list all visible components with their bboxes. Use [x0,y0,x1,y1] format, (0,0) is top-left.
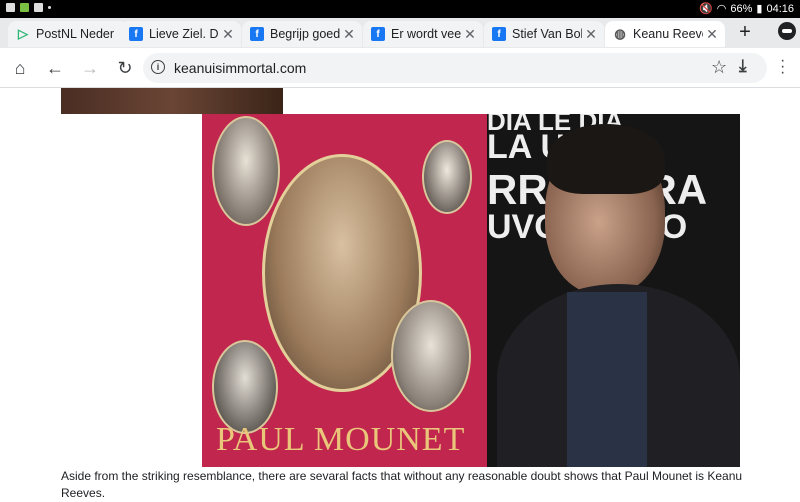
battery-percent: 66% [730,2,753,15]
keanu-reeves-photo: DIA LE DIA LA UE LA RRA ERRA UVO ETUVO [487,114,740,467]
close-tab-icon[interactable]: ✕ [461,26,479,43]
facebook-icon: f [129,27,143,41]
postnl-icon: ▷ [18,26,28,41]
tab-title: Begrijp goed w [270,27,340,41]
clock: 04:16 [766,2,794,15]
folder-icon [34,3,43,12]
close-tab-icon[interactable]: ✕ [703,26,721,43]
photo-icon [20,3,29,12]
man-hair [547,124,665,194]
facebook-icon: f [371,27,385,41]
url-text[interactable]: keanuisimmortal.com [174,60,306,76]
tab-keanu-reeves[interactable]: ◍ Keanu Reeves ✕ [605,21,725,47]
facebook-icon: f [250,27,264,41]
address-bar[interactable]: i keanuisimmortal.com ☆ ⤓ [143,53,767,83]
tab-title: Stief Van Bokh [512,27,582,41]
tab-stief-van-bokh[interactable]: f Stief Van Bokh ✕ [484,21,604,47]
close-tab-icon[interactable]: ✕ [582,26,600,43]
new-tab-button[interactable]: + [734,21,756,43]
reload-button[interactable]: ↻ [113,56,137,80]
portrait-bottom-right [391,300,471,412]
close-tab-icon[interactable]: ✕ [219,26,237,43]
tab-title: Keanu Reeves [633,27,703,41]
portrait-top-left [212,116,280,226]
globe-icon: ◍ [614,26,626,41]
tab-title: Er wordt veel [391,27,461,41]
previous-image-bottom [61,88,283,114]
menu-icon[interactable]: · · · [780,53,786,81]
tab-er-wordt-veel[interactable]: f Er wordt veel ✕ [363,21,483,47]
tab-strip: ▷ PostNL Neder f Lieve Ziel. De ✕ f Begr… [0,18,800,48]
browser-toolbar: ⌂ ← → ↻ i keanuisimmortal.com ☆ ⤓ · · · [0,48,800,88]
tab-title: PostNL Neder [36,27,115,41]
bookmark-star-icon[interactable]: ☆ [711,57,727,78]
back-button[interactable]: ← [43,56,67,80]
info-icon[interactable]: i [151,60,165,74]
close-tab-icon[interactable]: ✕ [340,26,358,43]
notification-icons [6,3,51,12]
status-bar: 🔇 ◠ 66% ▮ 04:16 [0,0,800,18]
article-paragraph: Aside from the striking resemblance, the… [61,469,743,500]
poster-title: PAUL MOUNET [216,421,466,458]
mute-icon: 🔇 [699,3,713,15]
tab-postnl[interactable]: ▷ PostNL Neder [8,21,128,47]
tab-lieve-ziel[interactable]: f Lieve Ziel. De ✕ [121,21,241,47]
download-icon[interactable]: ⤓ [739,56,747,76]
man-shirt [567,292,647,467]
wifi-icon: ◠ [716,3,727,15]
portrait-bottom-left [212,340,278,434]
facebook-icon: f [492,27,506,41]
incognito-icon[interactable] [778,22,796,40]
paul-mounet-poster: PAUL MOUNET [202,114,487,467]
system-indicators: 🔇 ◠ 66% ▮ 04:16 [699,2,794,16]
tab-title: Lieve Ziel. De [149,27,219,41]
battery-icon: ▮ [756,3,763,15]
tab-begrijp-goed[interactable]: f Begrijp goed w ✕ [242,21,362,47]
portrait-top-right [422,140,472,214]
forward-button[interactable]: → [78,56,102,80]
more-notifications-icon [48,6,51,9]
shopping-bag-icon [6,3,15,12]
comparison-image: PAUL MOUNET DIA LE DIA LA UE LA RRA ERRA… [202,114,740,467]
home-button[interactable]: ⌂ [8,56,32,80]
